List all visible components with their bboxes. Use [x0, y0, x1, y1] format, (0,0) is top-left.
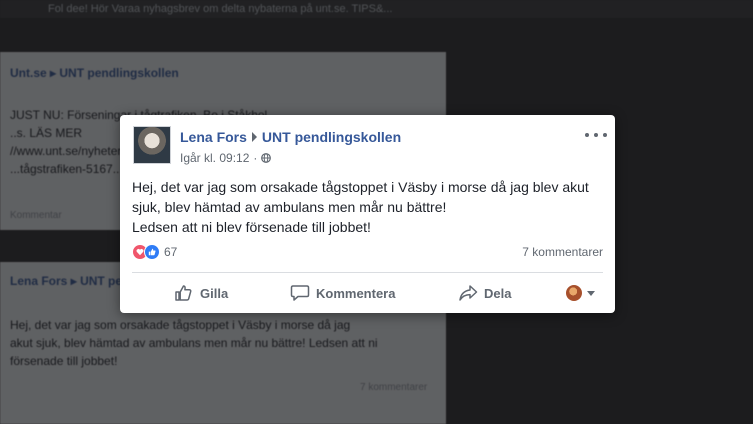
user-avatar-icon	[566, 285, 582, 301]
reactions-summary: 67 7 kommentarer	[132, 243, 603, 261]
divider	[132, 272, 603, 273]
reaction-count[interactable]: 67	[164, 245, 177, 259]
author-name[interactable]: Lena Fors	[180, 129, 247, 145]
post-card: Lena Fors UNT pendlingskollen Igår kl. 0…	[120, 115, 615, 313]
share-button[interactable]: Dela	[458, 278, 511, 308]
comment-button[interactable]: Kommentera	[290, 278, 395, 308]
post-text-line: Hej, det var jag som orsakade tågstoppet…	[132, 179, 589, 195]
post-text-line: Ledsen att ni blev försenade till jobbet…	[132, 219, 371, 235]
caret-down-icon	[587, 290, 595, 296]
comments-count[interactable]: 7 kommentarer	[522, 245, 603, 259]
author-avatar[interactable]	[133, 126, 171, 164]
group-name[interactable]: UNT pendlingskollen	[262, 129, 401, 145]
post-timestamp[interactable]: Igår kl. 09:12	[180, 151, 249, 165]
reaction-identity-picker[interactable]	[566, 285, 595, 301]
more-options-icon[interactable]	[585, 129, 607, 141]
comment-label: Kommentera	[316, 285, 396, 301]
post-text-line: sjuk, blev hämtad av ambulans men mår nu…	[132, 199, 447, 215]
post-header: Lena Fors UNT pendlingskollen	[180, 129, 401, 145]
like-label: Gilla	[200, 285, 229, 301]
arrow-right-icon	[251, 132, 257, 142]
like-button[interactable]: Gilla	[174, 278, 228, 308]
like-reaction-icon[interactable]	[144, 244, 160, 260]
share-icon	[459, 285, 478, 301]
comment-icon	[290, 285, 310, 301]
post-meta: Igår kl. 09:12 ·	[180, 151, 272, 165]
globe-icon[interactable]	[261, 153, 272, 163]
like-icon	[175, 285, 192, 301]
share-label: Dela	[484, 285, 512, 301]
meta-separator: ·	[253, 151, 258, 165]
post-body: Hej, det var jag som orsakade tågstoppet…	[132, 177, 602, 237]
